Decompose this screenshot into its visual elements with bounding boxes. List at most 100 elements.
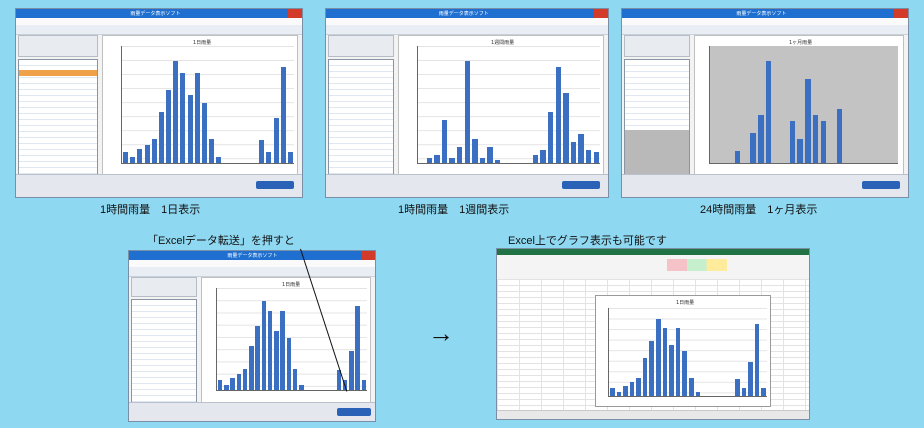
chart-title: 1週間雨量 xyxy=(491,40,515,46)
chart-bar xyxy=(441,120,448,163)
chart-bar xyxy=(750,133,756,163)
chart-bar xyxy=(789,121,795,163)
selected-row[interactable] xyxy=(19,70,97,76)
chart-bar xyxy=(273,117,279,163)
settings-panel[interactable] xyxy=(18,35,98,57)
chart-bar xyxy=(472,138,478,163)
chart-bar xyxy=(166,89,172,163)
excel-transfer-button[interactable] xyxy=(256,181,294,189)
chart-bar xyxy=(173,61,179,163)
arrow-right: → xyxy=(428,318,454,348)
chart-bar xyxy=(593,152,599,163)
chart-bar xyxy=(194,72,200,163)
chart-bar xyxy=(259,140,265,163)
bottom-controls[interactable] xyxy=(622,174,908,197)
excel-transfer-button[interactable] xyxy=(337,408,371,416)
excel-transfer-button[interactable] xyxy=(862,181,900,189)
data-table[interactable] xyxy=(328,59,394,179)
toolbar[interactable] xyxy=(622,25,908,35)
chart-bar xyxy=(187,95,193,163)
table-rows[interactable] xyxy=(625,60,689,130)
plot-area xyxy=(216,288,367,391)
title-bar: 雨量データ表示ソフト xyxy=(16,9,302,18)
chart-bar xyxy=(735,379,740,396)
chart-bar xyxy=(623,385,628,396)
cell-styles[interactable] xyxy=(667,259,727,271)
chart-bar xyxy=(656,319,661,396)
chart-bar xyxy=(578,133,584,163)
window-title: 雨量データ表示ソフト xyxy=(130,11,181,17)
chart-bar xyxy=(758,115,764,163)
chart-bar xyxy=(662,327,668,396)
caption-excel-transfer: 「Excelデータ転送」を押すと xyxy=(147,235,295,247)
chart-bar xyxy=(563,93,569,163)
chart-bar xyxy=(292,369,298,390)
window-title: 雨量データ表示ソフト xyxy=(227,253,278,259)
bottom-controls[interactable] xyxy=(326,174,608,197)
toolbar[interactable] xyxy=(16,25,302,35)
title-bar: 雨量データ表示ソフト xyxy=(129,251,375,260)
chart-bar xyxy=(570,141,577,163)
bottom-controls[interactable] xyxy=(129,402,375,421)
chart-bar xyxy=(299,385,304,390)
chart-bar xyxy=(267,311,273,390)
caption-hourly-day: 1時間雨量 1日表示 xyxy=(100,204,201,216)
chart-bar xyxy=(355,306,360,390)
excel-chart-title: 1日雨量 xyxy=(676,300,695,306)
close-button[interactable] xyxy=(361,251,375,260)
chart-bar xyxy=(585,149,592,163)
chart-bar xyxy=(741,387,747,396)
chart-bar xyxy=(144,144,150,163)
excel-tabs[interactable] xyxy=(497,249,809,255)
toolbar[interactable] xyxy=(129,267,375,277)
chart-bar xyxy=(286,337,292,390)
settings-panel[interactable] xyxy=(624,35,690,57)
chart-bar xyxy=(280,311,285,390)
chart-bar xyxy=(230,378,235,390)
chart-bar xyxy=(216,157,222,163)
title-bar: 雨量データ表示ソフト xyxy=(326,9,608,18)
chart-bar xyxy=(836,109,842,163)
chart-bar xyxy=(449,157,455,163)
excel-ribbon[interactable] xyxy=(497,249,809,280)
title-bar: 雨量データ表示ソフト xyxy=(622,9,908,18)
chart-area: 1ヶ月雨量 xyxy=(694,35,904,180)
close-button[interactable] xyxy=(288,9,302,18)
data-table[interactable] xyxy=(624,59,690,179)
chart-bar xyxy=(158,112,164,163)
excel-transfer-button[interactable] xyxy=(562,181,600,189)
chart-bar xyxy=(280,66,286,163)
chart-bar xyxy=(532,154,539,163)
data-table[interactable] xyxy=(18,59,98,179)
chart-bar xyxy=(464,61,470,163)
close-button[interactable] xyxy=(594,9,608,18)
chart-bar xyxy=(734,151,741,163)
chart-bar xyxy=(287,151,293,163)
chart-bar xyxy=(761,387,766,396)
toolbar[interactable] xyxy=(326,25,608,35)
window-title: 雨量データ表示ソフト xyxy=(736,11,787,17)
chart-bar xyxy=(669,345,674,396)
bottom-controls[interactable] xyxy=(16,174,302,197)
chart-bar xyxy=(242,369,248,390)
screenshot-hourly-week: 雨量データ表示ソフト 1週間雨量 xyxy=(325,8,609,198)
chart-bar xyxy=(123,151,129,163)
chart-bar xyxy=(820,121,827,163)
chart-bar xyxy=(813,115,819,163)
data-table[interactable] xyxy=(131,299,197,403)
chart-bar xyxy=(682,350,687,396)
chart-bar xyxy=(548,112,554,163)
close-button[interactable] xyxy=(894,9,908,18)
settings-panel[interactable] xyxy=(328,35,394,57)
excel-plot-area xyxy=(608,308,767,397)
chart-bar xyxy=(361,380,367,390)
chart-bar xyxy=(766,61,772,163)
screenshot-excel: 1日雨量 xyxy=(496,248,810,420)
chart-bar xyxy=(642,357,648,396)
sheet-tabs[interactable] xyxy=(497,410,809,419)
chart-bar xyxy=(457,146,463,163)
settings-panel[interactable] xyxy=(131,277,197,297)
excel-chart[interactable]: 1日雨量 xyxy=(595,295,771,407)
screenshot-excel-transfer: 雨量データ表示ソフト 1日雨量 xyxy=(128,250,376,422)
plot-area xyxy=(417,46,600,164)
